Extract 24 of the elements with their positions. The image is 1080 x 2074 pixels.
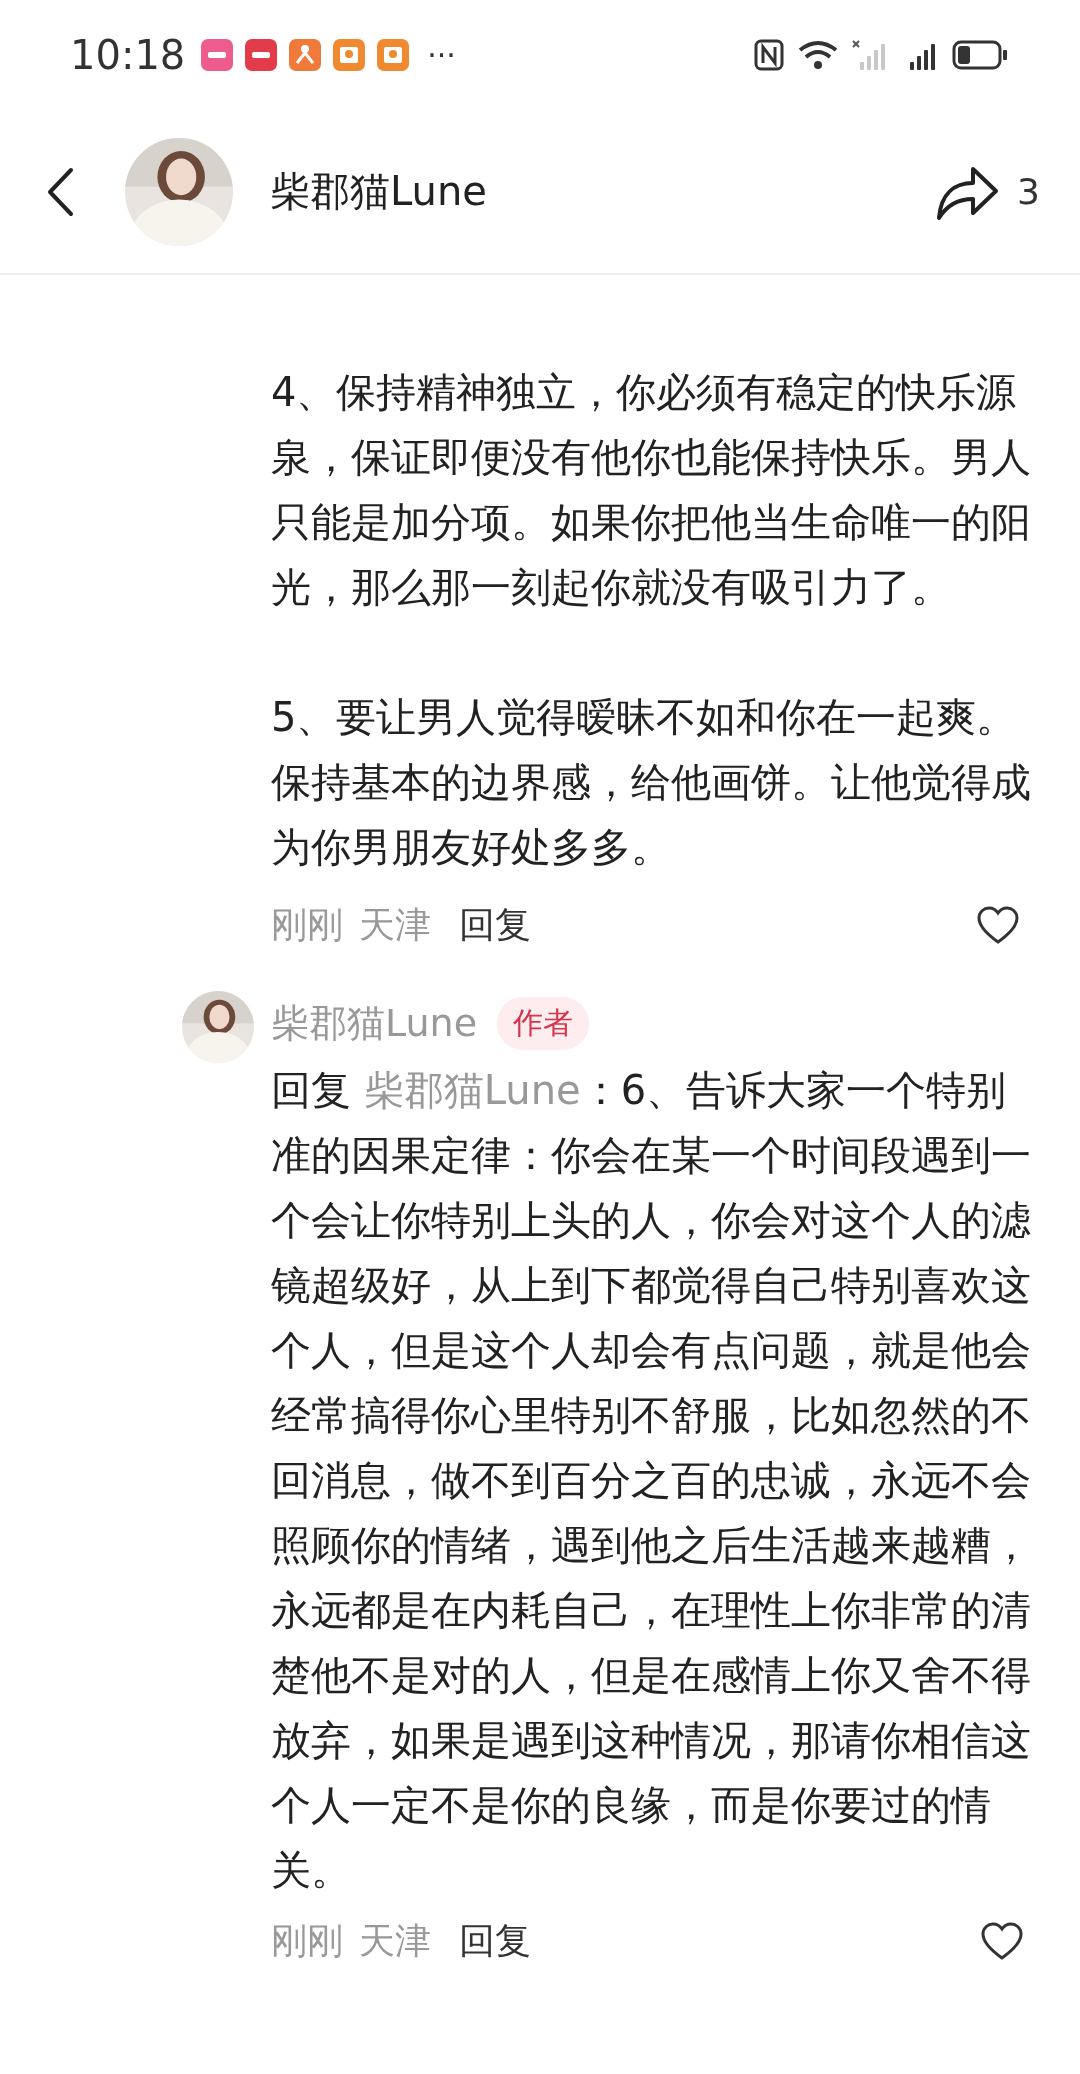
app-icon — [245, 39, 278, 71]
like-icon[interactable] — [980, 1921, 1024, 1961]
like-icon[interactable] — [976, 905, 1020, 945]
reply-link[interactable]: 回复 — [459, 1916, 531, 1966]
more-icon: ··· — [427, 37, 456, 73]
author-badge: 作者 — [497, 996, 590, 1050]
app-icon — [201, 39, 234, 71]
back-icon[interactable] — [45, 166, 75, 217]
envelope-icon — [377, 39, 410, 71]
share-count: 3 — [1017, 171, 1040, 212]
battery-icon — [952, 40, 1008, 70]
comment-text: 4、保持精神独立，你必须有稳定的快乐源泉，保证即便没有他你也能保持快乐。男人只能是加分项。如果你把他当生命唯一的阳光，那么那一刻起你就没有吸引力了。 — [271, 368, 1032, 612]
envelope-icon — [333, 39, 366, 71]
comment-time: 刚刚 — [271, 1918, 343, 1963]
reply-text: 回复 柴郡猫Lune：6、告诉大家一个特别准的因果定律：你会在某一个时间段遇到一个会让你特别上头的人，你会对这个人的滤镜超级好，从上到下都觉得自己特别喜欢这个人，但是这个人却会有点问题，就是他会经常搞得你心里特别不舒服，比如忽然的不回消息，做不到百分之百的忠诚，永远不会照顾你的情绪，遇到他之后生活越来越糟，永远都是在内耗自己，在理性上你非常的清楚他不是对的人，但是在感情上你又舍不得放弃，如果是遇到这种情况，那请你相信这个人一定不是你的良缘，而是你要过的情关。 — [271, 1066, 1032, 1895]
comment-time: 刚刚 — [271, 902, 343, 947]
comment-location: 天津 — [359, 1918, 431, 1963]
profile-name[interactable]: 柴郡猫Lune — [270, 164, 487, 219]
nfc-icon — [754, 39, 784, 71]
person-icon — [289, 39, 322, 71]
comment-location: 天津 — [359, 902, 431, 947]
reply-link[interactable]: 回复 — [459, 900, 531, 950]
clock-time: 10:18 — [70, 32, 186, 78]
comment-text: 5、要让男人觉得暧昧不如和你在一起爽。保持基本的边界感，给他画饼。让他觉得成为你男朋友好处多多。 — [271, 693, 1032, 872]
